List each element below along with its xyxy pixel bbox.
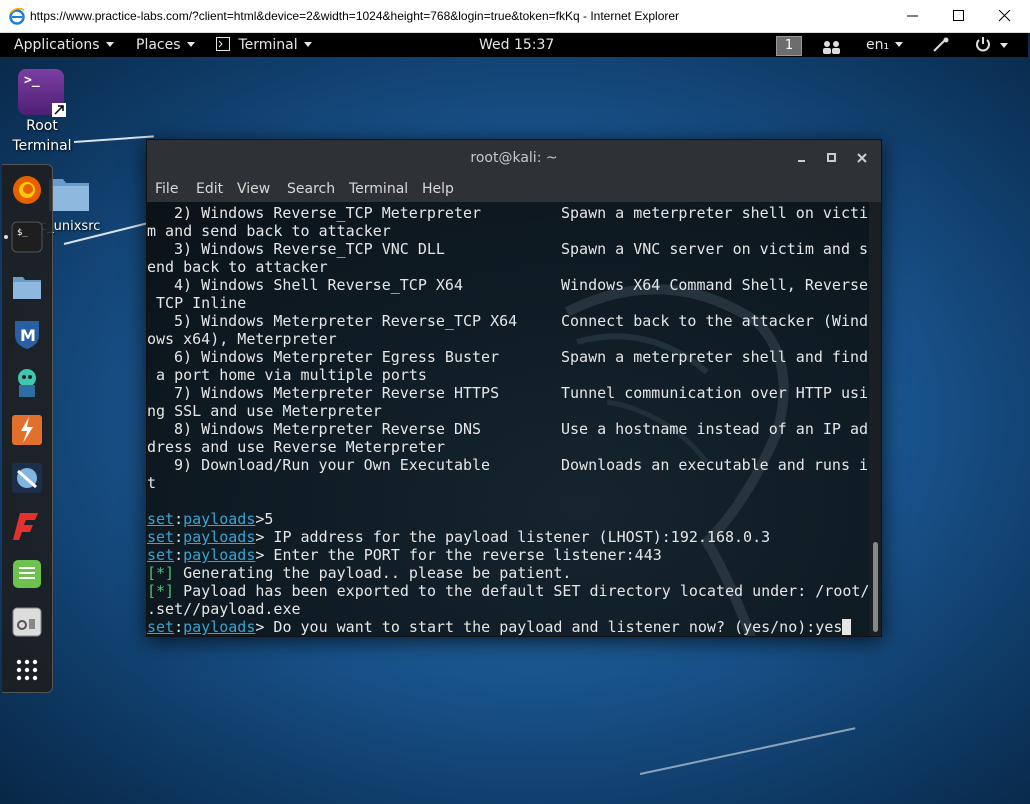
workspace-indicator[interactable]: 1	[776, 36, 802, 56]
terminal-dock-icon[interactable]: $_	[10, 220, 44, 254]
terminal-close-icon[interactable]	[855, 151, 869, 165]
list-item: m and send back to attacker	[147, 222, 391, 240]
list-item: 3) Windows Reverse_TCP VNC DLL Spawn a VN…	[174, 240, 869, 258]
list-item: 5) Windows Meterpreter Reverse_TCP X64 Co…	[174, 312, 869, 330]
terminal-title-bar[interactable]: root@kali: ~	[147, 140, 881, 176]
power-icon	[976, 37, 990, 52]
scrollbar-thumb[interactable]	[873, 542, 878, 632]
system-tool-icon[interactable]	[10, 605, 44, 639]
applications-menu[interactable]: Applications	[14, 33, 114, 57]
top-panel: Applications Places Terminal Wed 15:37 1…	[0, 33, 1028, 57]
internet-explorer-icon	[9, 7, 25, 25]
list-item: 6) Windows Meterpreter Egress Buster Spaw…	[174, 348, 869, 366]
maximize-button[interactable]	[936, 0, 982, 32]
terminal-lines: 2) Windows Reverse_TCP Meterpreter Spawn …	[147, 204, 869, 636]
list-item: ng SSL and use Meterpreter	[147, 402, 382, 420]
menu-file[interactable]: File	[155, 176, 178, 202]
maximize-icon	[953, 10, 964, 21]
menu-terminal[interactable]: Terminal	[349, 176, 408, 202]
list-item: end back to attacker	[147, 258, 328, 276]
faraday-icon[interactable]	[10, 509, 44, 543]
power-menu[interactable]	[974, 36, 1009, 62]
files-icon[interactable]	[10, 269, 44, 303]
terminal-scrollbar[interactable]	[869, 202, 881, 636]
list-item: 2) Windows Reverse_TCP Meterpreter Spawn …	[174, 204, 869, 222]
text-editor-icon[interactable]	[10, 557, 44, 591]
burpsuite-icon[interactable]	[10, 413, 44, 447]
close-button[interactable]	[982, 0, 1028, 32]
text-cursor	[842, 619, 852, 635]
terminal-title: root@kali: ~	[470, 150, 558, 166]
svg-text:M: M	[20, 326, 36, 345]
wallpaper-streak	[639, 727, 856, 775]
list-item: 7) Windows Meterpreter Reverse HTTPS Tunn…	[174, 384, 869, 402]
show-applications-icon[interactable]	[10, 653, 44, 687]
wallpaper-streak	[73, 135, 154, 143]
menu-edit[interactable]: Edit	[196, 176, 223, 202]
places-menu[interactable]: Places	[136, 33, 195, 57]
metasploit-icon[interactable]: M	[10, 317, 44, 351]
language-menu[interactable]: en₁	[866, 33, 904, 57]
prompt-line: set:payloads> Do you want to start the p…	[147, 618, 869, 636]
minimize-button[interactable]	[890, 0, 936, 32]
people-icon[interactable]	[822, 38, 842, 62]
terminal-menubar: File Edit View Search Terminal Help	[147, 176, 881, 203]
minimize-icon	[907, 15, 918, 17]
list-item: 4) Windows Shell Reverse_TCP X64 Windows …	[174, 276, 869, 294]
browser-title-bar: https://www.practice-labs.com/?client=ht…	[0, 0, 1030, 33]
prompt-line: set:payloads> Enter the PORT for the rev…	[147, 546, 662, 564]
kali-desktop: Applications Places Terminal Wed 15:37 1…	[0, 33, 1030, 804]
list-item: a port home via multiple ports	[147, 366, 427, 384]
root-terminal-label: Root Terminal	[12, 118, 72, 154]
list-item: 9) Download/Run your Own Executable Downl…	[174, 456, 869, 474]
armitage-icon[interactable]	[10, 365, 44, 399]
accessibility-icon[interactable]	[932, 37, 950, 61]
terminal-minimize-icon[interactable]	[795, 151, 809, 165]
info-line: [*] Generating the payload.. please be p…	[147, 564, 572, 582]
firefox-icon[interactable]	[10, 173, 44, 207]
terminal-window[interactable]: root@kali: ~ File Edit View Search Termi…	[146, 139, 882, 637]
list-item: 8) Windows Meterpreter Reverse DNS Use a …	[174, 420, 869, 438]
terminal-app-menu[interactable]: Terminal	[216, 33, 312, 57]
info-line: .set//payload.exe	[147, 600, 301, 618]
list-item: t	[147, 474, 157, 492]
clock[interactable]: Wed 15:37	[479, 33, 554, 57]
info-line: [*] Payload has been exported to the def…	[147, 582, 869, 600]
list-item: dress and use Reverse Meterpreter	[147, 438, 446, 456]
beef-icon[interactable]	[10, 461, 44, 495]
prompt-line: set:payloads>5	[147, 510, 274, 528]
browser-title: https://www.practice-labs.com/?client=ht…	[30, 9, 680, 23]
prompt-line: set:payloads> IP address for the payload…	[147, 528, 771, 546]
folder-icon[interactable]	[47, 173, 91, 213]
list-item: ows x64), Meterpreter	[147, 330, 337, 348]
svg-text:$_: $_	[17, 228, 28, 238]
menu-help[interactable]: Help	[422, 176, 454, 202]
terminal-output[interactable]: 2) Windows Reverse_TCP Meterpreter Spawn …	[147, 202, 869, 636]
menu-search[interactable]: Search	[287, 176, 335, 202]
terminal-icon	[216, 37, 230, 51]
menu-view[interactable]: View	[237, 176, 270, 202]
list-item: TCP Inline	[147, 294, 247, 312]
dock: $_ M	[2, 164, 53, 693]
close-icon	[999, 10, 1011, 22]
terminal-maximize-icon[interactable]	[825, 151, 839, 165]
root-terminal-icon: >_	[18, 69, 66, 117]
